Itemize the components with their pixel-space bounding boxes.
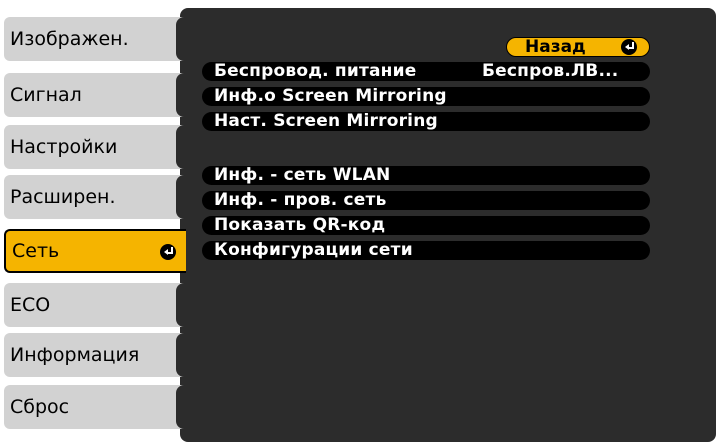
tab-image[interactable]: Изображен. <box>4 17 190 61</box>
menu-sidebar: Изображен. Сигнал Настройки Расширен. Се… <box>0 0 190 443</box>
tab-reset-label: Сброс <box>10 396 70 418</box>
tab-eco-label: ECO <box>10 294 51 316</box>
menu-item-screen-mirroring-settings[interactable]: Наст. Screen Mirroring <box>202 112 650 131</box>
menu-item-screen-mirroring-info[interactable]: Инф.о Screen Mirroring <box>202 87 650 106</box>
tab-reset[interactable]: Сброс <box>4 385 190 429</box>
menu-item-label: Наст. Screen Mirroring <box>214 111 438 131</box>
menu-item-label: Инф. - сеть WLAN <box>214 165 391 185</box>
menu-item-wlan-info[interactable]: Инф. - сеть WLAN <box>202 166 650 185</box>
tab-extended-label: Расширен. <box>10 186 116 208</box>
enter-icon <box>160 244 176 260</box>
menu-item-label: Инф. - пров. сеть <box>214 190 387 210</box>
tab-eco[interactable]: ECO <box>4 283 190 327</box>
back-button-label: Назад <box>525 37 586 57</box>
menu-item-network-configuration[interactable]: Конфигурации сети <box>202 241 650 260</box>
menu-item-value: Беспров.ЛВ... <box>482 61 619 81</box>
menu-item-label: Беспровод. питание <box>214 61 417 81</box>
tab-network-label: Сеть <box>12 240 60 262</box>
back-button[interactable]: Назад <box>506 37 650 57</box>
menu-item-wireless-power[interactable]: Беспровод. питание Беспров.ЛВ... <box>202 62 650 81</box>
enter-icon <box>621 39 637 55</box>
menu-item-show-qr-code[interactable]: Показать QR-код <box>202 216 650 235</box>
tab-settings-label: Настройки <box>10 136 118 158</box>
menu-item-label: Конфигурации сети <box>214 240 413 260</box>
tab-signal[interactable]: Сигнал <box>4 73 190 117</box>
tab-signal-label: Сигнал <box>10 84 82 106</box>
tab-extended[interactable]: Расширен. <box>4 175 190 219</box>
menu-item-label: Инф.о Screen Mirroring <box>214 86 447 106</box>
tab-network[interactable]: Сеть <box>4 229 186 273</box>
tab-image-label: Изображен. <box>10 28 129 50</box>
tab-settings[interactable]: Настройки <box>4 125 190 169</box>
tab-information-label: Информация <box>10 344 140 366</box>
tab-information[interactable]: Информация <box>4 333 190 377</box>
menu-item-wired-lan-info[interactable]: Инф. - пров. сеть <box>202 191 650 210</box>
menu-item-label: Показать QR-код <box>214 215 386 235</box>
